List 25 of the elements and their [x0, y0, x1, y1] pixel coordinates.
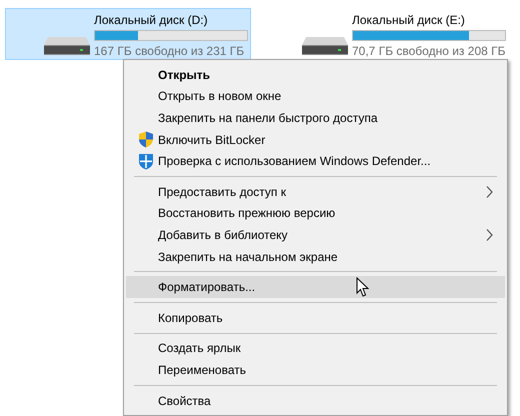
menu-item[interactable]: Копировать: [126, 306, 505, 329]
menu-item[interactable]: Форматировать...: [126, 276, 505, 298]
shield-icon: [138, 131, 154, 148]
menu-item[interactable]: Создать ярлык: [126, 338, 505, 360]
shield-icon: [138, 152, 154, 170]
menu-item[interactable]: Закрепить на панели быстрого доступа: [126, 107, 505, 129]
menu-item[interactable]: Предоставить доступ к: [126, 180, 505, 203]
free-space-text: 167 ГБ свободно из 231 ГБ: [94, 44, 246, 58]
menu-item[interactable]: Открыть в новом окне: [126, 86, 505, 108]
menu-item[interactable]: Добавить в библиотеку: [126, 224, 505, 246]
drive-name: Локальный диск (E:): [352, 13, 466, 27]
hard-drive-icon: [302, 35, 348, 57]
menu-item[interactable]: Восстановить прежнюю версию: [126, 202, 505, 224]
hard-drive-icon: [44, 35, 90, 57]
menu-item[interactable]: Открыть: [126, 64, 505, 86]
drive-tile[interactable]: Локальный диск (D:) 167 ГБ свободно из 231 ГБ: [5, 8, 251, 60]
menu-item[interactable]: Свойства: [126, 390, 505, 412]
free-space-text: 70,7 ГБ свободно из 208 ГБ: [352, 44, 506, 58]
menu-item[interactable]: Закрепить на начальном экране: [126, 246, 505, 268]
menu-item[interactable]: Переименовать: [126, 359, 505, 381]
drive-tile[interactable]: Локальный диск (E:) 70,7 ГБ свободно из 208 ГБ: [263, 8, 509, 60]
mouse-cursor-icon: [356, 277, 370, 298]
menu-item[interactable]: Включить BitLocker: [126, 128, 505, 150]
drive-name: Локальный диск (D:): [94, 13, 209, 27]
menu-item[interactable]: Проверка с использованием Windows Defender...: [126, 150, 505, 172]
